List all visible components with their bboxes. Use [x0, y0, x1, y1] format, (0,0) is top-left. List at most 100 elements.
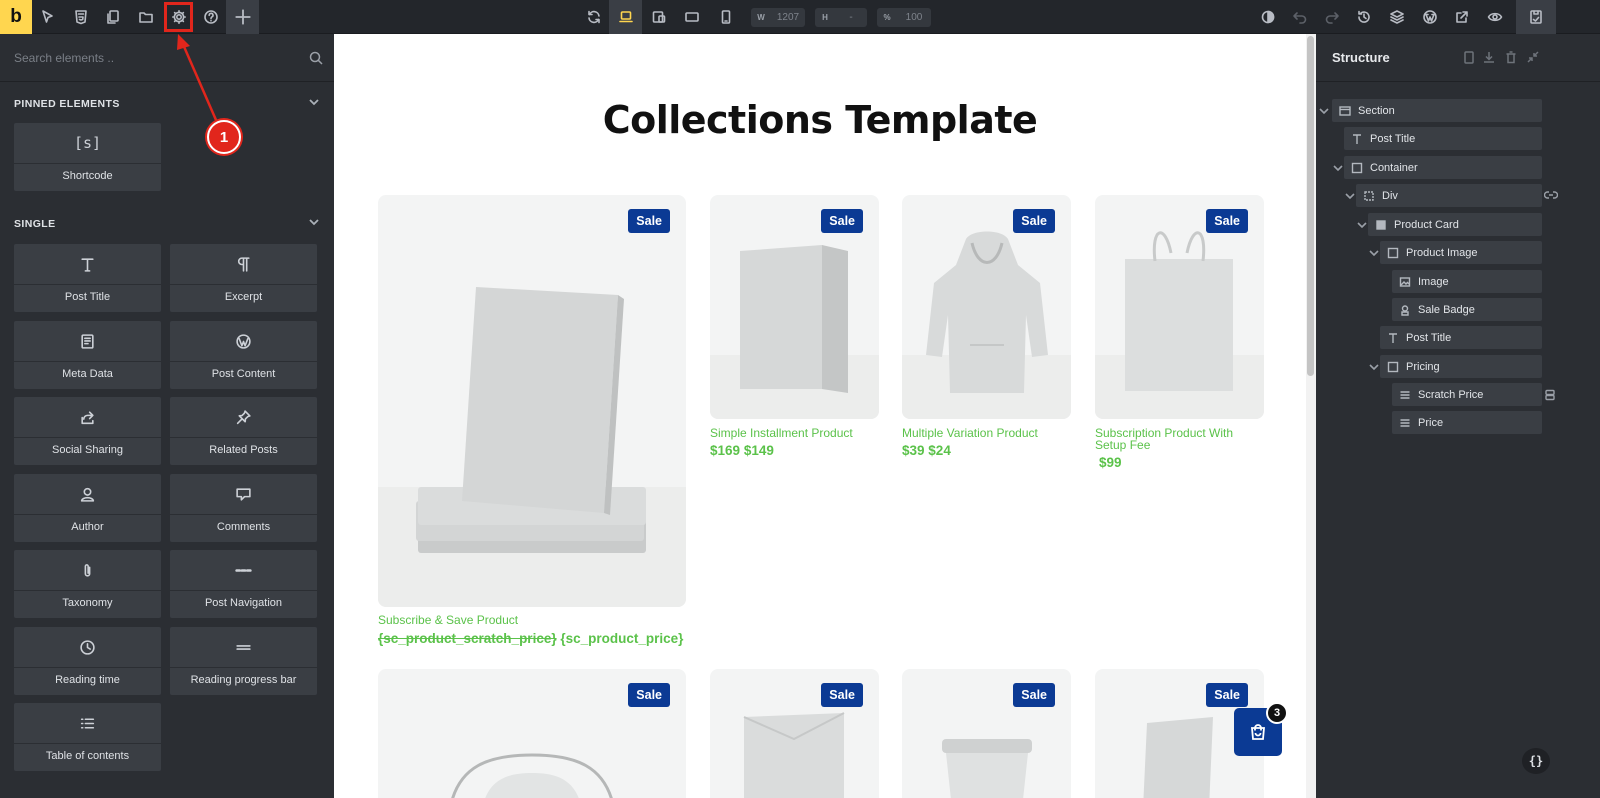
- product-image[interactable]: Sale: [378, 195, 686, 607]
- element-post-content[interactable]: Post Content: [170, 321, 317, 389]
- product-card[interactable]: Sale: [902, 669, 1071, 798]
- page-title[interactable]: Collections Template: [334, 98, 1306, 142]
- chevron-down-icon[interactable]: [1368, 246, 1380, 258]
- desktop-device-icon[interactable]: [609, 0, 642, 34]
- tree-node-post-title[interactable]: Post Title: [1380, 326, 1542, 349]
- layers-icon[interactable]: [1380, 0, 1413, 34]
- theme-contrast-icon[interactable]: [1251, 0, 1284, 34]
- text-icon: [14, 244, 161, 284]
- tree-node-scratch-price[interactable]: Scratch Price: [1392, 383, 1542, 406]
- product-image[interactable]: Sale: [902, 669, 1071, 798]
- product-image[interactable]: Sale: [710, 195, 879, 419]
- wordpress-icon[interactable]: [1413, 0, 1446, 34]
- product-image[interactable]: Sale: [710, 669, 879, 798]
- pinned-elements-header[interactable]: PINNED ELEMENTS: [14, 96, 320, 112]
- price: $149: [743, 443, 774, 458]
- product-card[interactable]: Sale Simple Installment Product $169 $14…: [710, 195, 879, 465]
- product-card[interactable]: Sale Multiple Variation Product $39 $24: [902, 195, 1071, 465]
- chevron-down-icon[interactable]: [308, 95, 320, 113]
- tree-node-section[interactable]: Section: [1332, 99, 1542, 122]
- product-title[interactable]: Multiple Variation Product: [902, 427, 1038, 439]
- product-image[interactable]: Sale: [378, 669, 686, 798]
- product-card[interactable]: Sale: [710, 669, 879, 798]
- chevron-down-icon[interactable]: [1368, 360, 1380, 372]
- product-title[interactable]: Subscription Product With Setup Fee: [1095, 427, 1264, 451]
- product-card[interactable]: Sale: [378, 669, 686, 798]
- image-icon: [1392, 276, 1418, 288]
- settings-gear-icon[interactable]: [162, 0, 195, 34]
- cursor-icon[interactable]: [31, 0, 64, 34]
- height-field[interactable]: H-: [815, 8, 867, 27]
- product-pricing: $39 $24: [902, 443, 951, 458]
- preview-canvas[interactable]: Collections Template Sale Subscribe & Sa…: [334, 34, 1316, 798]
- zoom-value: 100: [905, 12, 923, 23]
- save-icon[interactable]: [1516, 0, 1556, 34]
- product-image[interactable]: Sale: [1095, 195, 1264, 419]
- element-related-posts[interactable]: Related Posts: [170, 397, 317, 465]
- history-icon[interactable]: [1347, 0, 1380, 34]
- tree-node-price[interactable]: Price: [1392, 411, 1542, 434]
- external-link-icon[interactable]: [1445, 0, 1478, 34]
- zoom-field[interactable]: % 100: [877, 8, 931, 27]
- pages-icon[interactable]: [96, 0, 129, 34]
- element-social-sharing[interactable]: Social Sharing: [14, 397, 161, 465]
- tablet-landscape-icon[interactable]: [642, 0, 675, 34]
- product-image[interactable]: Sale: [902, 195, 1071, 419]
- element-taxonomy[interactable]: Taxonomy: [14, 550, 161, 618]
- tree-node-pricing[interactable]: Pricing: [1380, 355, 1542, 378]
- download-icon[interactable]: [1482, 50, 1496, 64]
- width-field[interactable]: W 1207: [751, 8, 805, 27]
- product-pricing: {sc_product_scratch_price} {sc_product_p…: [378, 631, 683, 646]
- element-shortcode[interactable]: [s] Shortcode: [14, 123, 161, 191]
- product-title[interactable]: Simple Installment Product: [710, 427, 853, 439]
- tree-node-post-title[interactable]: Post Title: [1344, 127, 1542, 150]
- logo-icon[interactable]: b: [0, 0, 32, 34]
- element-post-title[interactable]: Post Title: [14, 244, 161, 312]
- chevron-down-icon[interactable]: [1332, 161, 1344, 173]
- help-icon[interactable]: [194, 0, 227, 34]
- element-reading-time[interactable]: Reading time: [14, 627, 161, 695]
- tree-node-product-card[interactable]: Product Card: [1368, 213, 1542, 236]
- shortcode-icon: [s]: [73, 134, 102, 152]
- product-card[interactable]: Sale Subscribe & Save Product {sc_produc…: [378, 195, 686, 655]
- global-class-icon[interactable]: [1544, 388, 1556, 401]
- collapse-icon[interactable]: [1526, 50, 1540, 64]
- element-table-of-contents[interactable]: Table of contents: [14, 703, 161, 771]
- code-icon[interactable]: {}: [1522, 748, 1550, 774]
- canvas-scrollbar-thumb[interactable]: [1307, 36, 1314, 376]
- mobile-icon[interactable]: [709, 0, 742, 34]
- element-comments[interactable]: Comments: [170, 474, 317, 542]
- chevron-down-icon[interactable]: [1318, 104, 1330, 116]
- element-meta-data[interactable]: Meta Data: [14, 321, 161, 389]
- search-icon[interactable]: [308, 50, 324, 66]
- product-pricing: $169 $149: [710, 443, 774, 458]
- undo-icon[interactable]: [1283, 0, 1316, 34]
- element-reading-progress-bar[interactable]: Reading progress bar: [170, 627, 317, 695]
- tree-node-image[interactable]: Image: [1392, 270, 1542, 293]
- folder-icon[interactable]: [129, 0, 162, 34]
- product-card[interactable]: Sale Subscription Product With Setup Fee…: [1095, 195, 1264, 477]
- tablet-icon[interactable]: [675, 0, 708, 34]
- tree-node-product-image[interactable]: Product Image: [1380, 241, 1542, 264]
- html5-icon[interactable]: [64, 0, 97, 34]
- single-header[interactable]: SINGLE: [14, 216, 320, 232]
- product-title[interactable]: Subscribe & Save Product: [378, 614, 518, 626]
- refresh-icon[interactable]: [577, 0, 610, 34]
- chevron-down-icon[interactable]: [308, 215, 320, 233]
- search-input[interactable]: [14, 48, 294, 68]
- element-excerpt[interactable]: Excerpt: [170, 244, 317, 312]
- chevron-down-icon[interactable]: [1356, 218, 1368, 230]
- preview-eye-icon[interactable]: [1478, 0, 1511, 34]
- redo-icon[interactable]: [1315, 0, 1348, 34]
- element-post-navigation[interactable]: Post Navigation: [170, 550, 317, 618]
- clipboard-icon[interactable]: [1462, 50, 1476, 64]
- element-author[interactable]: Author: [14, 474, 161, 542]
- link-icon[interactable]: [1543, 188, 1559, 200]
- chevron-down-icon[interactable]: [1344, 189, 1356, 201]
- trash-icon[interactable]: [1504, 50, 1518, 64]
- paragraph-icon: [170, 244, 317, 284]
- tree-node-div[interactable]: Div: [1356, 184, 1542, 207]
- tree-node-container[interactable]: Container: [1344, 156, 1542, 179]
- add-element-icon[interactable]: [226, 0, 259, 34]
- tree-node-sale-badge[interactable]: Sale Badge: [1392, 298, 1542, 321]
